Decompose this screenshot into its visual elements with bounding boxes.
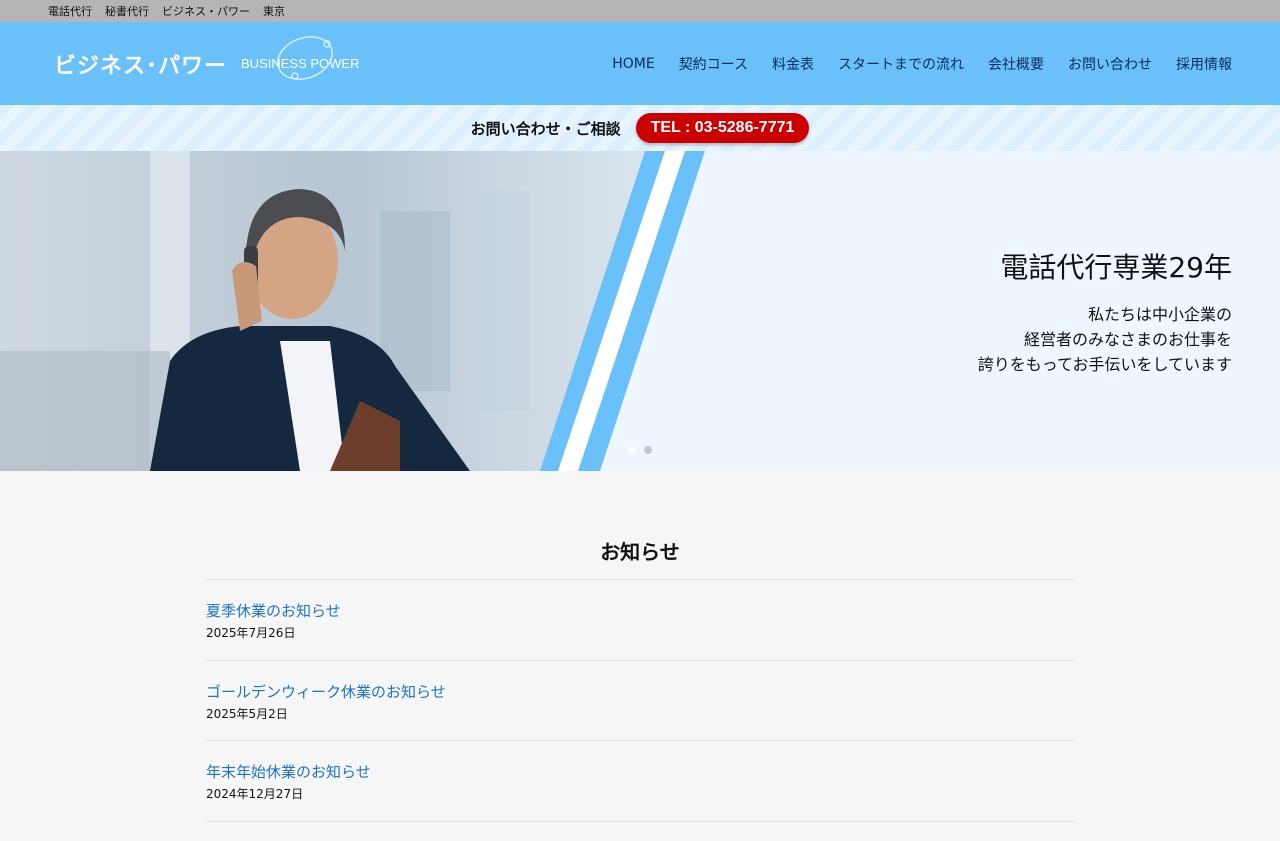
hero-line: 誇りをもってお手伝いをしています [977,355,1232,374]
hero-slider: 電話代行専業29年 私たちは中小企業の 経営者のみなさまのお仕事を 誇りをもって… [0,151,1280,471]
site-header: ビジネス･パワー BUSINESS POWER HOME 契約コース 料金表 ス… [0,22,1280,105]
slider-dot-1[interactable] [628,446,636,454]
slider-dot-2[interactable] [644,446,652,454]
contact-label: お問い合わせ・ご相談 [470,119,621,138]
news-item: 夏季休業のお知らせ 2025年7月26日 [206,580,1074,661]
orbit-icon [277,36,333,80]
news-item: 年末年始休業のお知らせ 2024年12月27日 [206,741,1074,822]
nav-start-flow[interactable]: スタートまでの流れ [838,54,964,74]
nav-contract-course[interactable]: 契約コース [679,54,748,74]
news-item: ゴールデンウィーク休業のお知らせ 2025年5月2日 [206,661,1074,741]
slider-dots [628,446,660,454]
nav-contact[interactable]: お問い合わせ [1068,54,1152,74]
news-title: お知らせ [206,536,1074,580]
nav-company[interactable]: 会社概要 [988,54,1044,74]
topbar-item: 電話代行 [48,5,92,18]
logo-english: BUSINESS POWER [241,36,359,80]
topbar-item: ビジネス・パワー [162,5,250,18]
top-keyword-bar: 電話代行 秘書代行 ビジネス・パワー 東京 [0,0,1280,22]
news-link[interactable]: 年末年始休業のお知らせ [206,761,1074,782]
topbar-item: 秘書代行 [105,5,149,18]
hero-line: 経営者のみなさまのお仕事を [1023,330,1232,349]
news-section: お知らせ 夏季休業のお知らせ 2025年7月26日 ゴールデンウィーク休業のお知… [206,471,1074,822]
topbar-item: 東京 [263,5,285,18]
news-date: 2024年12月27日 [206,787,304,801]
hero-copy: 電話代行専業29年 私たちは中小企業の 経営者のみなさまのお仕事を 誇りをもって… [978,246,1232,377]
news-link[interactable]: ゴールデンウィーク休業のお知らせ [206,681,1074,702]
logo-japanese: ビジネス･パワー [54,52,228,78]
news-date: 2025年5月2日 [206,706,288,721]
nav-home[interactable]: HOME [612,56,654,72]
hero-line: 私たちは中小企業の [1087,305,1232,324]
nav-recruit[interactable]: 採用情報 [1176,54,1232,74]
tel-button[interactable]: TEL : 03-5286-7771 [635,113,810,143]
site-logo[interactable]: ビジネス･パワー BUSINESS POWER [54,22,359,105]
hero-photo [0,151,705,471]
nav-pricing[interactable]: 料金表 [772,54,814,74]
contact-band: お問い合わせ・ご相談 TEL : 03-5286-7771 [0,105,1280,151]
hero-title: 電話代行専業29年 [1000,251,1232,284]
news-date: 2025年7月26日 [206,626,296,640]
main-nav: HOME 契約コース 料金表 スタートまでの流れ 会社概要 お問い合わせ 採用情… [588,22,1232,105]
news-link[interactable]: 夏季休業のお知らせ [206,600,1074,621]
